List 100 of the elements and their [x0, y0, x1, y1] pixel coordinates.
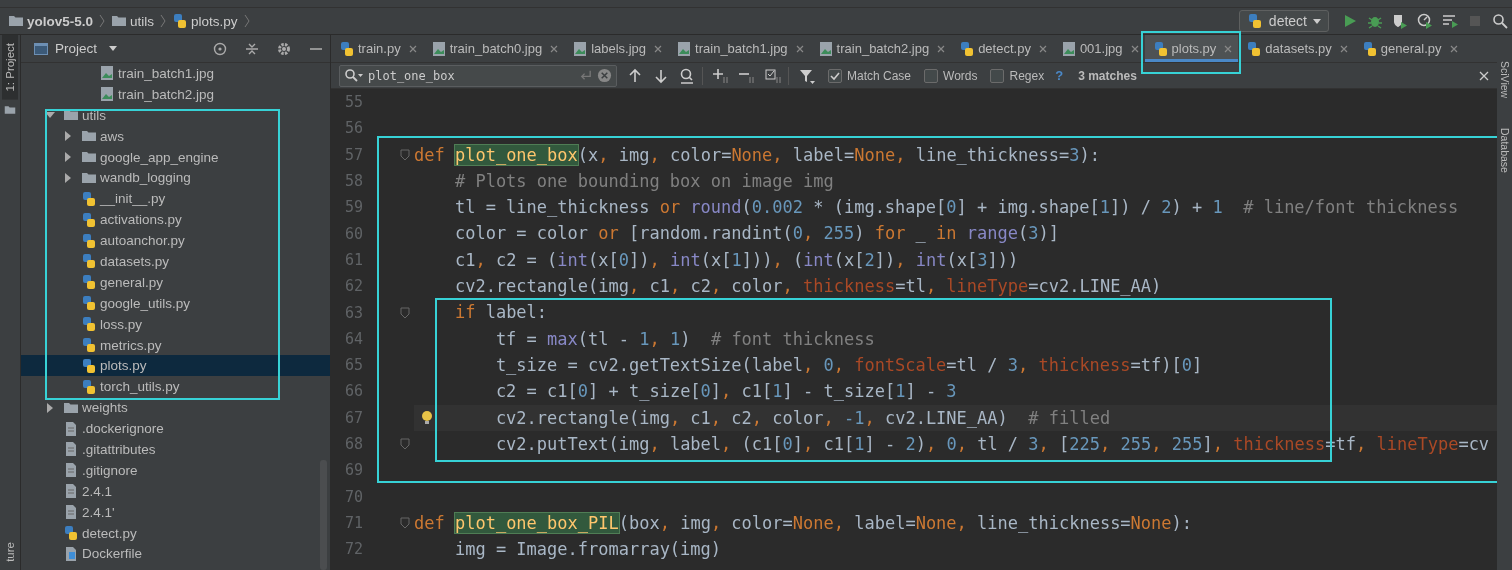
editor-tab[interactable]: general.py	[1353, 35, 1464, 62]
expand-arrow-icon[interactable]	[63, 172, 73, 183]
tree-item[interactable]: .dockerignore	[21, 418, 330, 440]
option-checkbox[interactable]: Match Case	[828, 68, 912, 83]
text-file-icon	[63, 504, 79, 521]
fold-marker-icon[interactable]	[400, 306, 410, 319]
fold-marker-icon[interactable]	[400, 516, 410, 529]
breadcrumb-item[interactable]: utils	[111, 13, 155, 29]
tree-item[interactable]: wandb_logging	[21, 167, 330, 189]
line-number: 60	[343, 224, 363, 243]
select-all-occurrences-icon[interactable]	[765, 67, 781, 84]
close-icon[interactable]	[407, 43, 418, 54]
breadcrumb-item[interactable]: plots.py	[172, 13, 238, 29]
tree-item[interactable]: metrics.py	[21, 334, 330, 356]
breadcrumb-item[interactable]: yolov5-5.0	[8, 13, 94, 29]
close-icon[interactable]	[653, 43, 664, 54]
run-icon[interactable]	[1342, 13, 1358, 29]
folder-icon	[4, 103, 16, 116]
clear-icon	[597, 68, 612, 83]
crosshair-icon[interactable]	[212, 40, 228, 57]
side-tool-tab[interactable]: Database	[1498, 128, 1511, 174]
tree-item[interactable]: loss.py	[21, 313, 330, 335]
tree-item[interactable]: Dockerfile	[21, 543, 330, 565]
project-tool-tab[interactable]: 1: Project	[2, 35, 18, 100]
python-file-icon	[1246, 40, 1263, 57]
run-configuration-dropdown[interactable]: detect	[1238, 10, 1329, 32]
fold-marker-icon[interactable]	[400, 438, 410, 450]
close-icon[interactable]	[936, 43, 947, 54]
close-icon[interactable]	[1129, 43, 1140, 54]
add-occurrence-icon[interactable]	[713, 67, 729, 84]
python-file-icon	[81, 274, 97, 291]
tree-item[interactable]: .gitattributes	[21, 439, 330, 460]
close-icon[interactable]	[1338, 43, 1349, 54]
lightbulb-icon[interactable]	[421, 409, 433, 426]
editor-tab[interactable]: train_batch1.jpg	[668, 35, 810, 62]
settings-icon[interactable]	[276, 40, 292, 57]
editor-tab[interactable]: train_batch0.jpg	[422, 35, 565, 62]
expand-arrow-icon[interactable]	[45, 402, 55, 413]
tree-item[interactable]: torch_utils.py	[21, 376, 330, 398]
tree-item[interactable]: google_app_engine	[21, 146, 330, 168]
fold-marker-icon[interactable]	[400, 148, 410, 161]
image-file-icon	[1060, 40, 1077, 57]
caret-icon[interactable]	[109, 46, 118, 51]
tree-item[interactable]: __init__.py	[21, 188, 330, 210]
line-number: 55	[343, 93, 363, 112]
close-icon[interactable]	[794, 43, 805, 54]
expand-arrow-icon[interactable]	[63, 131, 73, 142]
tree-item[interactable]: train_batch1.jpg	[21, 63, 330, 84]
panel-title[interactable]: Project	[55, 41, 98, 56]
tree-item[interactable]: detect.py	[21, 522, 330, 544]
code-line: tf = max(tl - 1, 1) # font thickness	[494, 327, 876, 351]
editor-tab[interactable]: train_batch2.jpg	[809, 35, 952, 62]
tree-item[interactable]: activations.py	[21, 209, 330, 231]
option-checkbox[interactable]: Words	[924, 68, 978, 83]
option-checkbox[interactable]: Regex	[990, 68, 1045, 83]
shield-icon[interactable]	[1392, 13, 1408, 29]
editor-tab[interactable]: train.py	[331, 35, 423, 62]
editor-tab[interactable]: plots.py	[1144, 35, 1239, 62]
caret-icon	[1313, 18, 1321, 24]
python-file-icon	[81, 378, 97, 395]
close-icon[interactable]	[1448, 43, 1459, 54]
tree-item[interactable]: 2.4.1	[21, 480, 330, 502]
tree-item[interactable]: weights	[21, 397, 330, 419]
list-icon[interactable]	[1442, 13, 1458, 29]
up-arrow-icon[interactable]	[627, 67, 643, 84]
tree-item[interactable]: .gitignore	[21, 459, 330, 481]
line-number: 58	[343, 172, 363, 191]
close-icon[interactable]	[1037, 43, 1048, 54]
tree-item[interactable]: train_batch2.jpg	[21, 83, 330, 105]
tree-item[interactable]: general.py	[21, 271, 330, 293]
tree-item[interactable]: plots.py	[21, 355, 330, 377]
line-number: 57	[343, 145, 363, 164]
close-icon[interactable]	[549, 43, 560, 54]
search-field[interactable]: plot_one_box	[339, 64, 617, 87]
editor-tab[interactable]: 001.jpg	[1052, 35, 1145, 62]
tree-item[interactable]: autoanchor.py	[21, 230, 330, 251]
text-file-icon	[63, 462, 79, 479]
code-line: img = Image.fromarray(img)	[453, 538, 723, 562]
editor-tab[interactable]: detect.py	[951, 35, 1053, 62]
expand-arrow-icon[interactable]	[63, 152, 73, 162]
gauge-icon[interactable]	[1417, 13, 1433, 29]
editor-tab[interactable]: labels.jpg	[564, 35, 669, 62]
python-file-icon	[81, 253, 97, 270]
tree-item[interactable]: utils	[21, 104, 330, 126]
side-tool-tab[interactable]: SciView	[1498, 61, 1511, 99]
editor-tab[interactable]: datasets.py	[1238, 35, 1354, 62]
python-file-icon	[959, 40, 976, 57]
folder-icon	[81, 149, 97, 165]
line-number: 62	[343, 277, 363, 296]
structure-tool-tab[interactable]: ture	[2, 534, 18, 570]
find-all-icon[interactable]	[679, 67, 695, 84]
text-file-icon	[63, 441, 79, 458]
tree-item[interactable]: datasets.py	[21, 251, 330, 272]
filter-icon[interactable]	[799, 67, 815, 84]
tree-item[interactable]: google_utils.py	[21, 292, 330, 314]
tree-item[interactable]: 2.4.1'	[21, 501, 330, 523]
tree-item[interactable]: aws	[21, 125, 330, 147]
close-icon[interactable]	[1479, 70, 1489, 81]
down-arrow-icon[interactable]	[653, 67, 669, 84]
search-icon[interactable]	[1492, 13, 1508, 29]
